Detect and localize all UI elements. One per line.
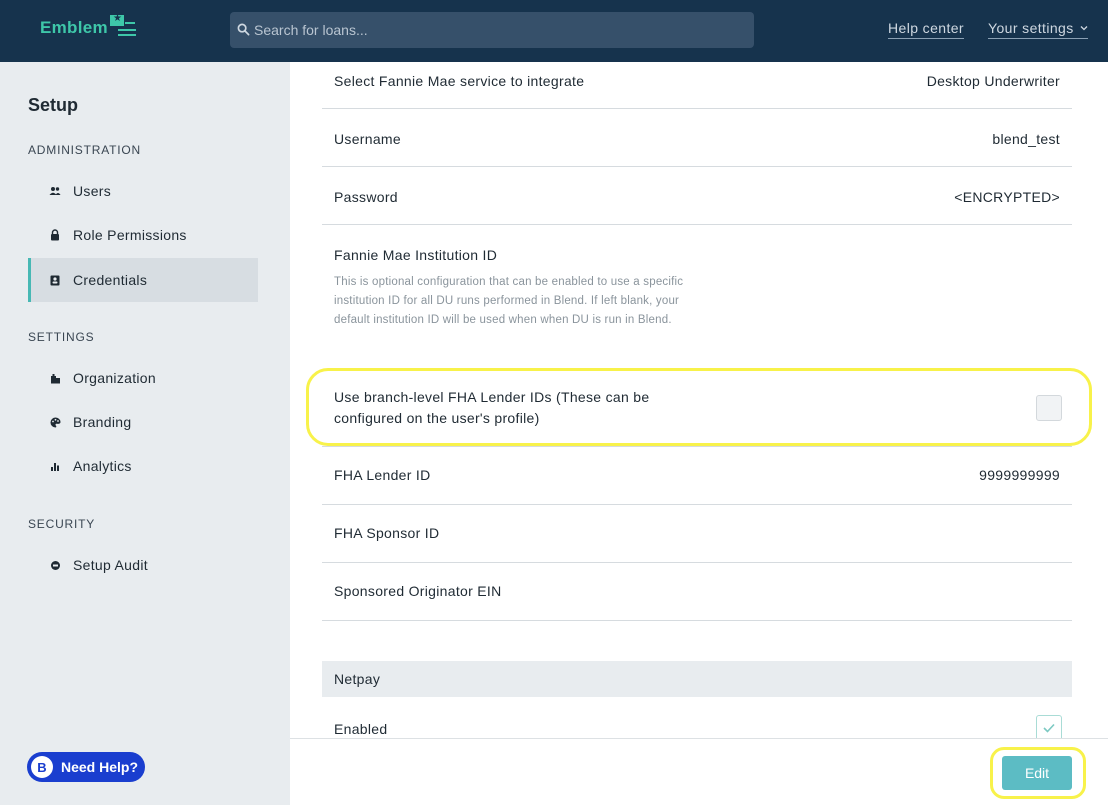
row-value: blend_test — [992, 131, 1060, 147]
credential-row-username: Username blend_test — [322, 109, 1072, 167]
credential-row-institution-id: Fannie Mae Institution ID This is option… — [322, 225, 1072, 365]
edit-button[interactable]: Edit — [1002, 756, 1072, 790]
building-icon — [48, 371, 62, 385]
sidebar-item-label: Setup Audit — [73, 557, 148, 573]
top-navigation-bar: Emblem ★ Help center Your settings — [0, 0, 1108, 62]
row-label: FHA Lender ID — [334, 467, 431, 483]
sidebar-item-label: Users — [73, 183, 112, 199]
row-label: Enabled — [334, 721, 388, 737]
row-label: Password — [334, 189, 398, 205]
sidebar-item-credentials[interactable]: Credentials — [28, 258, 258, 302]
emblem-logo[interactable]: Emblem ★ — [40, 13, 136, 38]
sidebar-item-label: Analytics — [73, 458, 132, 474]
credential-row-password: Password <ENCRYPTED> — [322, 167, 1072, 225]
chevron-down-icon — [1080, 26, 1088, 31]
credential-row-originator-ein: Sponsored Originator EIN — [322, 563, 1072, 621]
palette-icon — [48, 415, 62, 429]
netpay-row-enabled: Enabled — [322, 697, 1072, 738]
netpay-section-header: Netpay — [322, 661, 1072, 697]
sidebar-item-label: Credentials — [73, 272, 148, 288]
your-settings-label: Your settings — [988, 20, 1074, 36]
section-label-settings: SETTINGS — [28, 330, 95, 344]
credential-row-service: Select Fannie Mae service to integrate D… — [322, 62, 1072, 109]
checkmark-icon — [1043, 723, 1055, 733]
sidebar-item-label: Role Permissions — [73, 227, 187, 243]
row-value: <ENCRYPTED> — [954, 189, 1060, 205]
search-icon — [237, 23, 250, 36]
search-input[interactable] — [254, 12, 744, 48]
highlight-annotation — [306, 368, 1092, 446]
row-description: This is optional configuration that can … — [334, 276, 684, 326]
row-label: Select Fannie Mae service to integrate — [334, 73, 585, 89]
action-footer: Edit — [290, 738, 1108, 805]
blend-logo-icon: B — [31, 756, 53, 778]
id-badge-icon — [48, 273, 62, 287]
credential-row-fha-lender-id: FHA Lender ID 9999999999 — [322, 447, 1072, 505]
section-title: Netpay — [334, 671, 381, 687]
row-label: FHA Sponsor ID — [334, 525, 440, 541]
row-label: Sponsored Originator EIN — [334, 583, 502, 599]
sidebar-item-setup-audit[interactable]: Setup Audit — [28, 543, 258, 587]
need-help-button[interactable]: B Need Help? — [27, 752, 145, 782]
users-icon — [48, 184, 62, 198]
sidebar-item-users[interactable]: Users — [28, 169, 258, 213]
row-label: Username — [334, 131, 401, 147]
section-label-administration: ADMINISTRATION — [28, 143, 141, 157]
row-value: Desktop Underwriter — [926, 73, 1060, 89]
bar-chart-icon — [48, 459, 62, 473]
credential-row-fha-sponsor-id: FHA Sponsor ID — [322, 505, 1072, 563]
sidebar-item-label: Branding — [73, 414, 132, 430]
audit-icon — [48, 558, 62, 572]
sidebar-item-branding[interactable]: Branding — [28, 400, 258, 444]
lock-icon — [48, 228, 62, 242]
row-value: 9999999999 — [979, 467, 1060, 483]
sidebar-item-analytics[interactable]: Analytics — [28, 444, 258, 488]
section-label-security: SECURITY — [28, 517, 96, 531]
row-label: Fannie Mae Institution ID — [334, 247, 498, 263]
need-help-label: Need Help? — [61, 759, 139, 775]
loan-search-box — [230, 12, 754, 48]
sidebar-item-role-permissions[interactable]: Role Permissions — [28, 213, 258, 257]
logo-flag-icon: ★ — [109, 13, 136, 37]
sidebar-item-organization[interactable]: Organization — [28, 356, 258, 400]
setup-sidebar: Setup ADMINISTRATION Users Role Permissi… — [0, 62, 290, 805]
sidebar-item-label: Organization — [73, 370, 156, 386]
netpay-enabled-checkbox[interactable] — [1036, 715, 1062, 738]
sidebar-title: Setup — [28, 95, 79, 115]
help-center-link[interactable]: Help center — [888, 20, 964, 39]
logo-text: Emblem — [40, 18, 108, 37]
your-settings-menu[interactable]: Your settings — [988, 20, 1088, 39]
credentials-content: Select Fannie Mae service to integrate D… — [290, 62, 1108, 738]
